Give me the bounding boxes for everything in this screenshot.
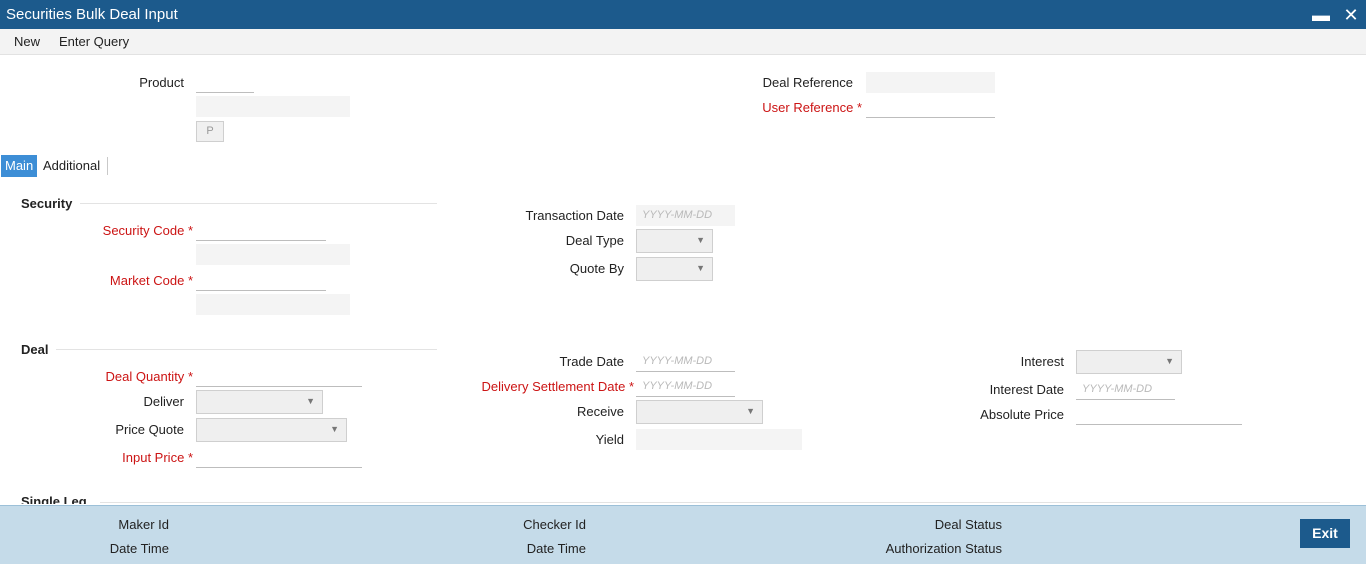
window-title: Securities Bulk Deal Input [6,6,178,23]
tab-divider [107,157,108,175]
product-input[interactable] [196,72,254,93]
market-code-description [196,294,350,315]
market-code-input[interactable] [196,270,326,291]
security-section-divider [80,203,437,204]
deal-type-label: Deal Type [565,233,624,248]
security-section-heading: Security [21,196,73,211]
quote-by-select[interactable]: ▼ [636,257,713,281]
trade-date-input[interactable]: YYYY-MM-DD [636,351,735,372]
transaction-date-field: YYYY-MM-DD [636,205,735,226]
tab-main[interactable]: Main [1,155,38,177]
menu-enter-query[interactable]: Enter Query [59,34,129,49]
close-icon[interactable]: ✕ [1340,4,1362,26]
deal-quantity-label: Deal Quantity * [105,369,193,384]
interest-select[interactable]: ▼ [1076,350,1182,374]
user-reference-label: User Reference * [762,100,862,115]
chevron-down-icon: ▼ [330,424,339,434]
minimize-icon[interactable]: ▬ [1310,4,1332,26]
chevron-down-icon: ▼ [746,406,755,416]
market-code-label: Market Code * [109,273,193,288]
receive-label: Receive [577,404,624,419]
absolute-price-label: Absolute Price [980,407,1064,422]
chevron-down-icon: ▼ [1165,356,1174,366]
product-description-field [196,96,350,117]
price-quote-select[interactable]: ▼ [196,418,347,442]
interest-date-label: Interest Date [989,382,1064,397]
price-quote-label: Price Quote [115,422,184,437]
yield-field [636,429,802,450]
trade-date-label: Trade Date [559,354,624,369]
required-marker: * [856,100,862,115]
checker-date-time-label: Date Time [526,541,586,556]
deal-reference-label: Deal Reference [762,75,853,90]
audit-footer: Maker Id Date Time Checker Id Date Time … [0,505,1366,564]
chevron-down-icon: ▼ [306,396,315,406]
single-leg-section-divider [100,502,1340,503]
maker-date-time-label: Date Time [109,541,169,556]
menu-new[interactable]: New [14,34,40,49]
input-price-label: Input Price * [122,450,193,465]
window-title-bar: Securities Bulk Deal Input ▬ ✕ [0,0,1366,29]
security-code-input[interactable] [196,220,326,241]
chevron-down-icon: ▼ [696,235,705,245]
quote-by-label: Quote By [569,261,624,276]
maker-id-label: Maker Id [118,517,169,532]
product-p-button[interactable]: P [196,121,224,142]
yield-label: Yield [595,432,624,447]
single-leg-section-heading: Single Leg [21,494,87,504]
interest-label: Interest [1020,354,1064,369]
interest-date-input[interactable]: YYYY-MM-DD [1076,379,1175,400]
single-leg-clip: Single Leg [0,485,1366,504]
menu-bar: New Enter Query [0,29,1366,55]
authorization-status-label: Authorization Status [885,541,1002,556]
deal-type-select[interactable]: ▼ [636,229,713,253]
product-label: Product [139,75,184,90]
deal-reference-field [866,72,995,93]
deal-quantity-input[interactable] [196,366,362,387]
exit-button[interactable]: Exit [1300,519,1350,548]
deliver-select[interactable]: ▼ [196,390,323,414]
input-price-input[interactable] [196,447,362,468]
transaction-date-label: Transaction Date [525,208,624,223]
absolute-price-input[interactable] [1076,404,1242,425]
security-code-description [196,244,350,265]
deliver-label: Deliver [143,394,184,409]
security-code-label: Security Code * [102,223,193,238]
deal-section-heading: Deal [21,342,49,357]
user-reference-input[interactable] [866,97,995,118]
receive-select[interactable]: ▼ [636,400,763,424]
delivery-settlement-date-input[interactable]: YYYY-MM-DD [636,376,735,397]
chevron-down-icon: ▼ [696,263,705,273]
deal-status-label: Deal Status [934,517,1002,532]
checker-id-label: Checker Id [523,517,586,532]
deal-section-divider [56,349,437,350]
delivery-settlement-date-label: Delivery Settlement Date * [481,379,634,394]
tab-additional[interactable]: Additional [39,155,104,177]
